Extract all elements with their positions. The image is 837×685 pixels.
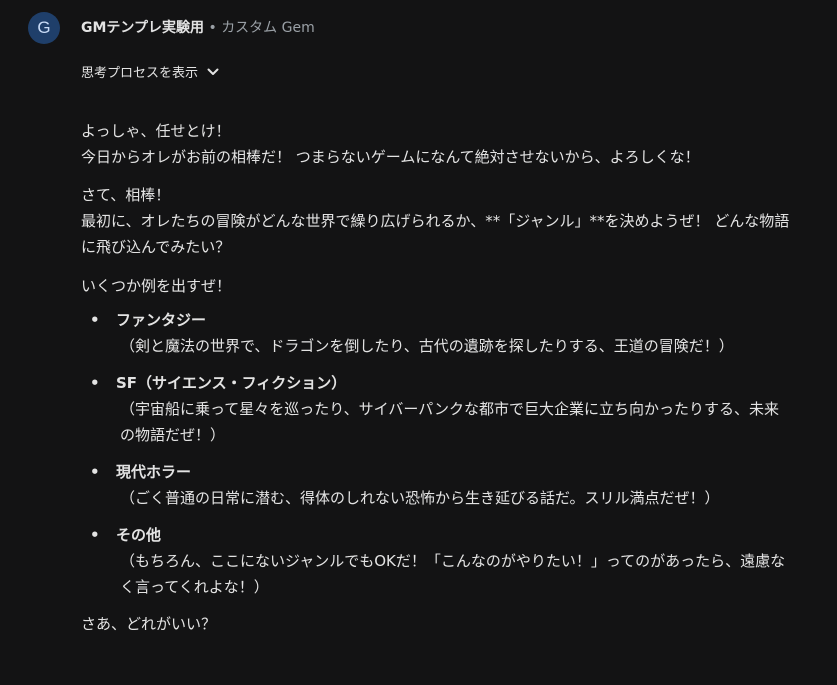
intro-paragraph: よっしゃ、任せとけ！ 今日からオレがお前の相棒だ！ つまらないゲームになんて絶対… <box>81 118 793 170</box>
response-body: よっしゃ、任せとけ！ 今日からオレがお前の相棒だ！ つまらないゲームになんて絶対… <box>81 118 793 637</box>
list-item: • SF（サイエンス・フィクション） （宇宙船に乗って星々を巡ったり、サイバーパ… <box>81 370 793 448</box>
bullet: • <box>90 463 100 481</box>
bullet: • <box>90 374 100 392</box>
examples-intro: いくつか例を出すぜ！ <box>81 277 232 295</box>
genre-title: その他 <box>116 526 162 544</box>
gem-type-label: カスタム Gem <box>221 20 315 36</box>
list-item: • その他 （もちろん、ここにないジャンルでもOKだ！「こんなのがやりたい！」っ… <box>81 522 793 600</box>
genre-description: （宇宙船に乗って星々を巡ったり、サイバーパンクな都市で巨大企業に立ち向かったりす… <box>120 400 779 444</box>
gem-header: GMテンプレ実験用 • カスタム Gem <box>81 19 315 37</box>
list-item: • 現代ホラー （ごく普通の日常に潜む、得体のしれない恐怖から生き延びる話だ。ス… <box>81 459 793 511</box>
genre-description: （剣と魔法の世界で、ドラゴンを倒したり、古代の遺跡を探したりする、王道の冒険だ！… <box>120 337 734 355</box>
genre-title: SF（サイエンス・フィクション） <box>116 374 347 392</box>
genre-question-paragraph: さて、相棒！ 最初に、オレたちの冒険がどんな世界で繰り広げられるか、**「ジャン… <box>81 182 793 260</box>
intro-line-2: 今日からオレがお前の相棒だ！ つまらないゲームになんて絶対させないから、よろしく… <box>81 148 700 166</box>
header-separator: • <box>204 20 222 36</box>
show-thinking-button[interactable]: 思考プロセスを表示 <box>81 62 220 81</box>
show-thinking-label: 思考プロセスを表示 <box>81 66 199 81</box>
gem-name[interactable]: GMテンプレ実験用 <box>81 20 204 36</box>
list-item: • ファンタジー （剣と魔法の世界で、ドラゴンを倒したり、古代の遺跡を探したりす… <box>81 307 793 359</box>
gem-avatar: G <box>28 12 60 44</box>
genre-title: ファンタジー <box>116 311 207 329</box>
question-line-2: 最初に、オレたちの冒険がどんな世界で繰り広げられるか、**「ジャンル」**を決め… <box>81 212 790 256</box>
genre-description: （もちろん、ここにないジャンルでもOKだ！「こんなのがやりたい！」ってのがあった… <box>120 552 786 596</box>
avatar-letter: G <box>37 18 51 37</box>
bullet: • <box>90 311 100 329</box>
genre-title: 現代ホラー <box>116 463 192 481</box>
intro-line-1: よっしゃ、任せとけ！ <box>81 122 231 140</box>
question-line-1: さて、相棒！ <box>81 186 171 204</box>
chevron-down-icon <box>206 65 220 79</box>
closing-question: さあ、どれがいい？ <box>81 615 217 633</box>
genre-description: （ごく普通の日常に潜む、得体のしれない恐怖から生き延びる話だ。スリル満点だぜ！） <box>120 489 720 507</box>
genre-list: • ファンタジー （剣と魔法の世界で、ドラゴンを倒したり、古代の遺跡を探したりす… <box>81 307 793 600</box>
bullet: • <box>90 526 100 544</box>
